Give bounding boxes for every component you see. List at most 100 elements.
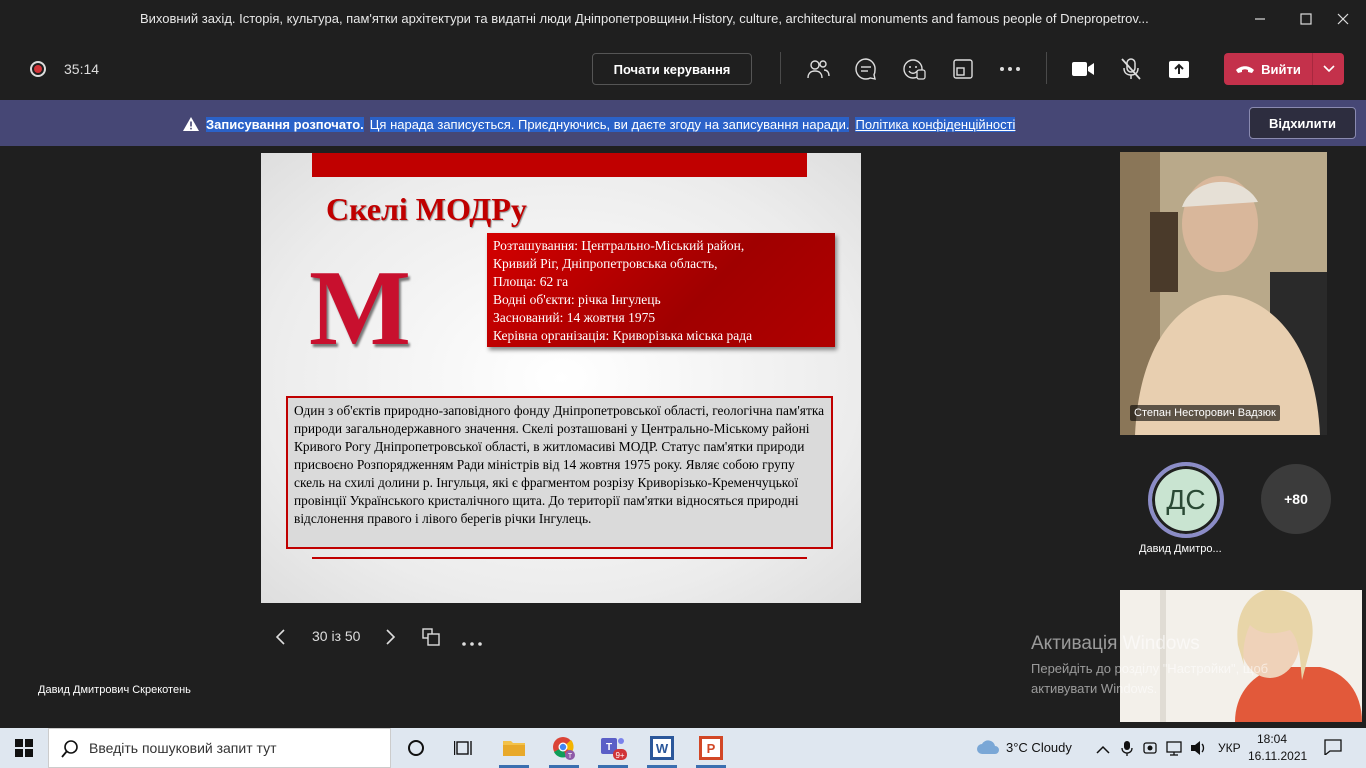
take-control-button[interactable]: Почати керування [592,53,752,85]
show-hidden-icons-button[interactable] [1096,742,1110,760]
windows-logo-icon [15,739,33,757]
info-line: Водні об'єкти: річка Інгулець [493,292,661,307]
language-indicator[interactable]: УКР [1218,741,1241,755]
slide-info-box: Розташування: Центрально-Міський район, … [487,233,835,347]
privacy-policy-link[interactable]: Політика конфіденційності [855,116,1016,132]
weather-text[interactable]: 3°C Cloudy [1006,740,1072,755]
info-line: Заснований: 14 жовтня 1975 [493,310,656,325]
info-line: Керівна організація: Криворізька міська … [493,328,753,343]
toolbar-divider [780,52,781,84]
search-icon [61,740,78,758]
search-placeholder: Введіть пошуковий запит тут [89,740,277,756]
svg-text:W: W [656,741,669,756]
dismiss-button[interactable]: Відхилити [1249,107,1356,139]
slide-more-button[interactable] [461,634,483,652]
slide-title: Скелі МОДРу [326,191,527,227]
watermark-line: активувати Windows. [1031,681,1158,696]
chrome-icon: T [553,737,575,760]
info-line: Площа: 62 га [493,274,569,289]
participant-video-image [1120,152,1327,435]
watermark-line: Перейдіть до розділу "Настройки", щоб [1031,661,1269,676]
microphone-button[interactable] [1118,56,1144,82]
minimize-button[interactable] [1237,0,1283,38]
cortana-button[interactable] [401,733,431,763]
slides-grid-icon [422,628,440,646]
slide-grid-button[interactable] [421,627,441,652]
leave-label: Вийти [1261,61,1301,77]
network-tray-icon[interactable] [1166,740,1182,761]
word-button[interactable]: W [647,733,677,763]
participants-button[interactable] [805,56,831,82]
share-tray-icon [1169,61,1189,78]
task-view-button[interactable] [449,733,479,763]
svg-text:T: T [568,753,573,760]
slide-description: Один з об'єктів природно-заповідного фон… [286,396,833,549]
clock-date: 16.11.2021 [1248,749,1308,763]
recording-notice: Записування розпочато. Ця нарада записує… [182,116,1016,132]
microphone-tray-icon[interactable] [1121,740,1133,761]
reactions-button[interactable] [901,56,927,82]
svg-text:P: P [707,741,716,756]
file-explorer-button[interactable] [499,733,529,763]
more-participants-button[interactable]: +80 [1261,464,1331,534]
presenter-name: Давид Дмитрович Скрекотень [38,684,191,696]
avatar[interactable]: ДС [1148,462,1224,538]
task-view-icon [454,741,472,755]
recording-consent-text: Ця нарада записується. Приєднуючись, ви … [369,116,850,132]
slide-bottom-line [312,557,807,559]
watermark-title: Активація Windows [1031,633,1200,654]
clock-time: 18:04 [1256,732,1288,746]
powerpoint-icon: P [699,736,723,760]
windows-activation-watermark: Активація Windows Перейдіть до розділу "… [1031,633,1268,699]
recording-started-text: Записування розпочато. [206,116,364,132]
weather-icon[interactable] [976,738,1000,761]
meeting-timer: 35:14 [64,61,100,77]
leave-options-button[interactable] [1312,53,1344,85]
share-button[interactable] [1166,56,1192,82]
next-slide-button[interactable] [384,628,398,651]
start-button[interactable] [0,728,48,768]
camera-icon [1072,62,1094,76]
warning-icon [183,117,199,131]
phone-hangup-icon [1236,66,1255,73]
rooms-button[interactable] [950,56,976,82]
taskbar-search-input[interactable]: Введіть пошуковий запит тут [48,728,391,768]
slide-page-indicator: 30 із 50 [312,628,361,644]
notifications-button[interactable] [1324,739,1342,760]
leave-button[interactable]: Вийти [1224,53,1344,85]
notification-icon [1324,739,1342,757]
teams-badge: 9+ [615,751,624,760]
previous-slide-button[interactable] [273,628,287,651]
volume-tray-icon[interactable] [1190,740,1208,761]
word-icon: W [650,736,674,760]
participant-name: Давид Дмитро... [1139,543,1222,555]
powerpoint-button[interactable]: P [696,733,726,763]
people-icon [807,60,830,79]
close-window-button[interactable] [1320,0,1366,38]
taskbar-clock[interactable]: 18:04 16.11.2021 [1248,731,1308,765]
chevron-left-icon [275,629,285,645]
slide-decorative-letter: М [309,249,411,368]
camera-button[interactable] [1070,56,1096,82]
more-icon [462,642,482,646]
chat-button[interactable] [853,56,879,82]
cortana-icon [408,740,424,756]
info-line: Розташування: Центрально-Міський район, [493,238,745,253]
more-actions-button[interactable] [997,56,1023,82]
minimize-icon [1255,18,1265,20]
svg-text:T: T [606,742,612,753]
chevron-down-icon [1322,65,1335,73]
maximize-icon [1300,13,1312,25]
info-line: Кривий Ріг, Дніпропетровська область, [493,256,718,271]
participant-video[interactable] [1120,152,1327,435]
teams-icon: T9+ [601,738,627,760]
chrome-button[interactable]: T [549,733,579,763]
camera-tray-icon[interactable] [1143,740,1157,761]
teams-button[interactable]: T 9+ [598,733,628,763]
chevron-up-icon [1096,745,1110,754]
chevron-right-icon [386,629,396,645]
window-title: Виховний захід. Історія, культура, пам'я… [140,11,1149,26]
slide-top-bar [312,153,807,177]
participant-name: Степан Несторович Вадзюк [1130,405,1280,421]
leave-main[interactable]: Вийти [1224,53,1312,85]
